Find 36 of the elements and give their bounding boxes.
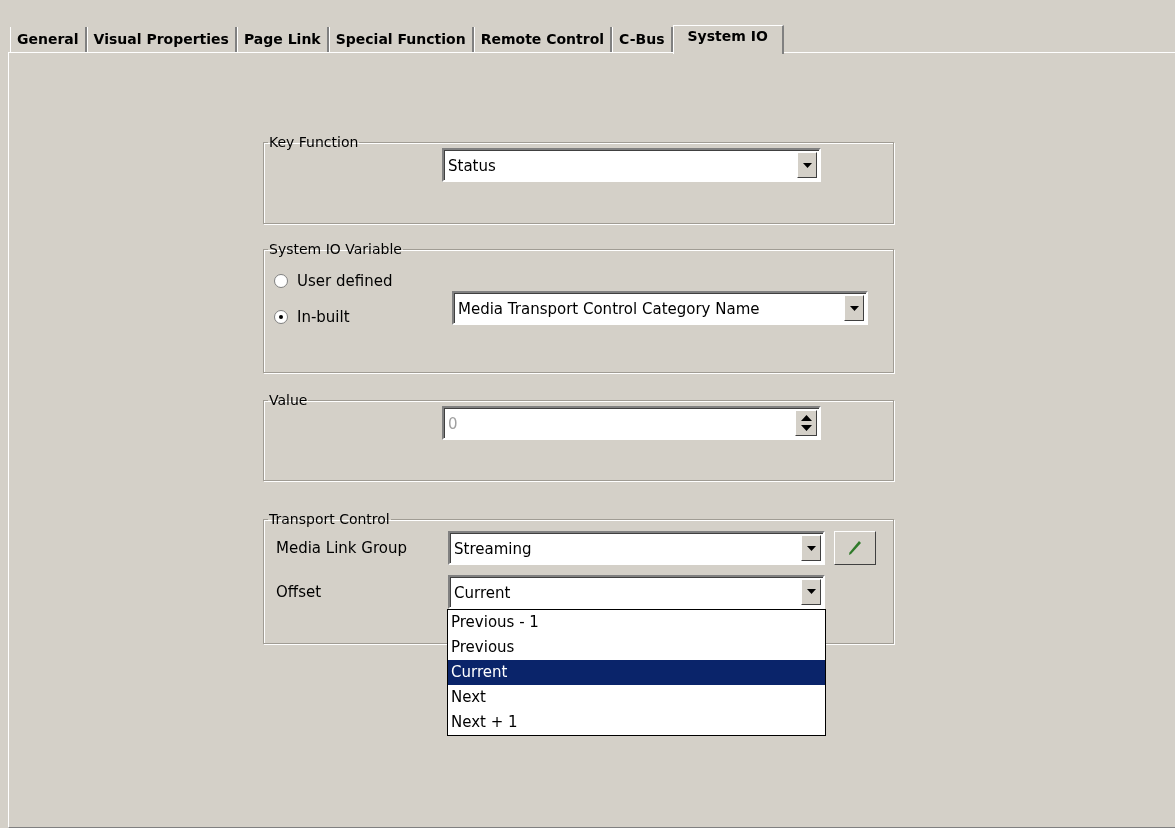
dropdown-button[interactable] (801, 535, 821, 561)
group-title: System IO Variable (268, 241, 403, 257)
pencil-icon (848, 540, 862, 556)
caret-icon (806, 589, 816, 594)
edit-button[interactable] (834, 531, 876, 565)
dropdown-option[interactable]: Next + 1 (448, 709, 825, 735)
radio-button[interactable] (274, 274, 288, 288)
dropdown-button[interactable] (844, 295, 864, 321)
dropdown-button[interactable] (801, 578, 821, 605)
combo-box[interactable]: Media Transport Control Category Name (452, 291, 868, 325)
dropdown-option[interactable]: Previous (448, 634, 825, 660)
caret-icon (849, 305, 859, 311)
group-title: Value (268, 392, 309, 408)
dropdown-option[interactable]: Previous - 1 (448, 609, 825, 635)
dropdown-button[interactable] (797, 152, 817, 178)
tab[interactable]: Page Link (236, 27, 329, 52)
combo-box[interactable]: Status (442, 148, 821, 182)
dropdown-option[interactable]: Next (448, 684, 825, 710)
combo-box[interactable]: Current (448, 574, 825, 609)
caret-icon (806, 545, 816, 551)
field-label: Media Link Group (276, 539, 408, 557)
radio-label[interactable]: User defined (297, 272, 393, 290)
field-label: Offset (276, 582, 323, 601)
radio-label[interactable]: In-built (297, 308, 350, 326)
tab[interactable]: General (10, 27, 87, 52)
group-title: Key Function (268, 134, 360, 150)
tab[interactable]: System IO (672, 25, 784, 54)
radio-button[interactable] (274, 310, 288, 324)
tab[interactable]: Remote Control (473, 27, 613, 52)
tab[interactable]: Special Function (328, 27, 474, 52)
up-down-icon (800, 415, 812, 431)
dropdown-option[interactable]: Current (448, 659, 825, 685)
combo-box[interactable]: Streaming (448, 531, 825, 565)
tab[interactable]: Visual Properties (86, 27, 237, 52)
group-title: Transport Control (268, 511, 391, 527)
caret-icon (802, 162, 812, 168)
